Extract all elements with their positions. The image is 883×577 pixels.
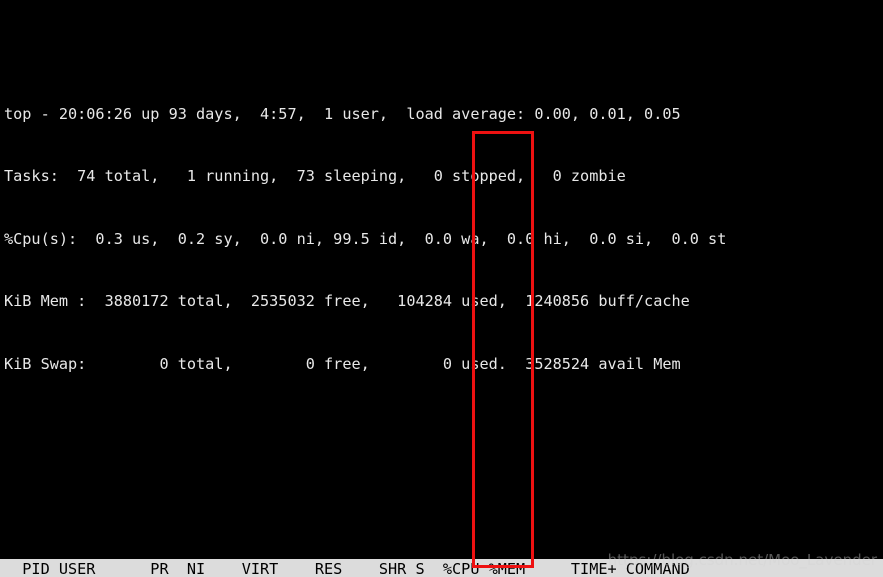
table-column-header: PID USER PR NI VIRT RES SHR S %CPU %MEM … [0,558,883,577]
uptime-line: top - 20:06:26 up 93 days, 4:57, 1 user,… [4,104,681,123]
swap-line: KiB Swap: 0 total, 0 free, 0 used. 35285… [4,354,681,373]
summary-table-separator [0,478,883,496]
cpu-usage-line: %Cpu(s): 0.3 us, 0.2 sy, 0.0 ni, 99.5 id… [4,229,727,248]
memory-line: KiB Mem : 3880172 total, 2535032 free, 1… [4,292,690,311]
terminal-window: top - 20:06:26 up 93 days, 4:57, 1 user,… [0,0,883,577]
tasks-line: Tasks: 74 total, 1 running, 73 sleeping,… [4,167,626,186]
top-summary-block: top - 20:06:26 up 93 days, 4:57, 1 user,… [0,62,883,416]
